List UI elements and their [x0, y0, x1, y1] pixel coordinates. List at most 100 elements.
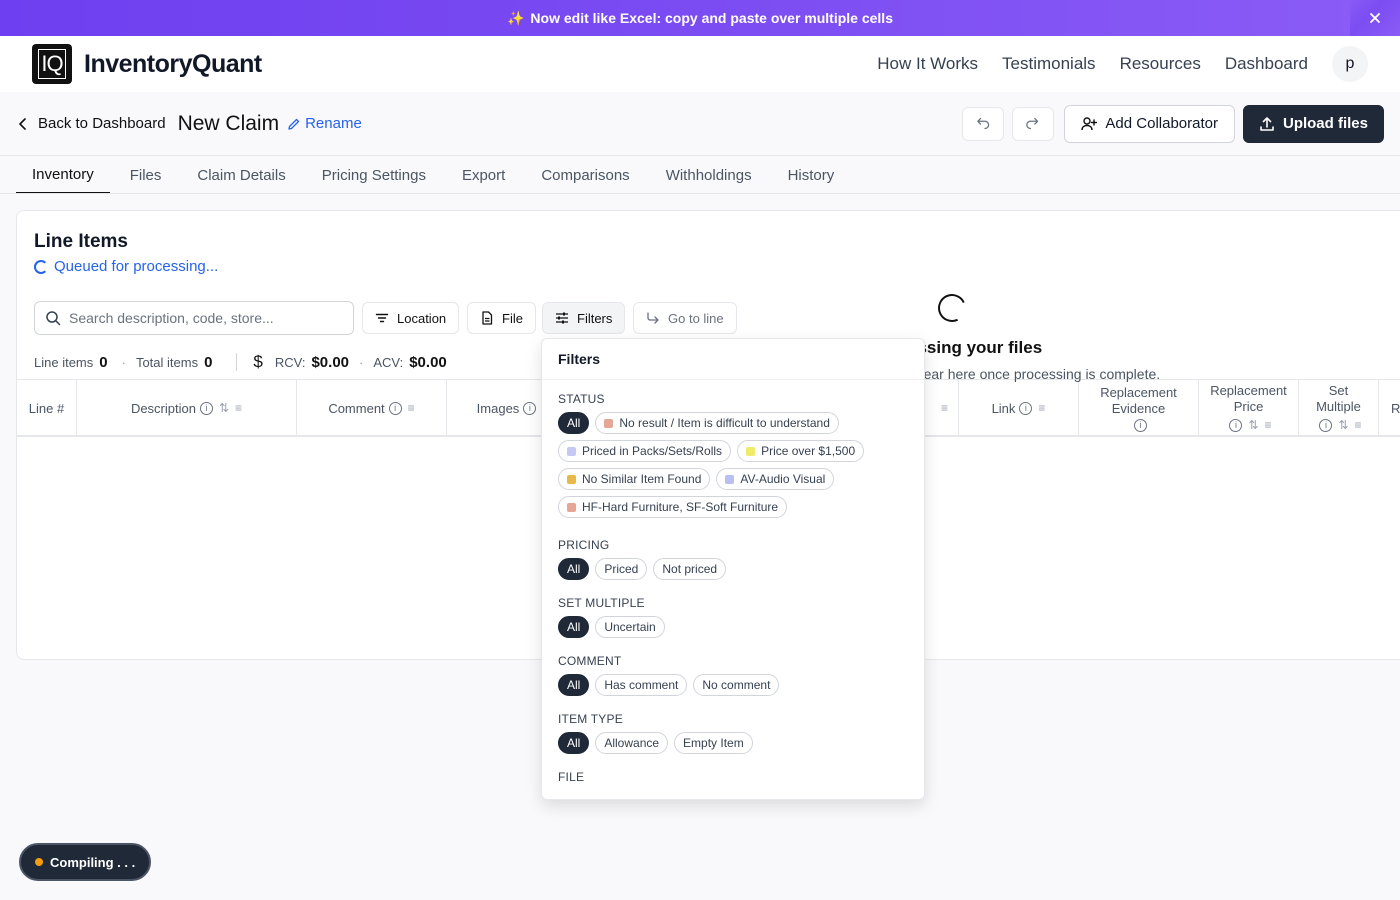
tab-history[interactable]: History [772, 156, 851, 194]
tab-withholdings[interactable]: Withholdings [650, 156, 768, 194]
pricing-chip-not-priced[interactable]: Not priced [653, 558, 727, 580]
status-chip-label: No Similar Item Found [582, 472, 702, 486]
column-comment[interactable]: Comment i ≡ [297, 380, 447, 436]
announcement-banner: ✨ Now edit like Excel: copy and paste ov… [0, 0, 1400, 36]
info-icon[interactable]: i [1019, 401, 1033, 415]
column-link-label: Link [991, 400, 1016, 416]
status-chip-priced-in-packs[interactable]: Priced in Packs/Sets/Rolls [558, 440, 732, 462]
sort-icon[interactable]: ⇅ [219, 401, 229, 415]
nav-link-how-it-works[interactable]: How It Works [877, 54, 978, 74]
set-multiple-group-label: SET MULTIPLE [558, 596, 645, 610]
avatar[interactable]: p [1332, 46, 1368, 82]
column-next-label: R [1391, 400, 1400, 416]
status-chip-no-similar-item[interactable]: No Similar Item Found [558, 468, 711, 490]
column-images-label: Images [476, 400, 520, 416]
tab-export[interactable]: Export [446, 156, 521, 194]
pricing-chips: All Priced Not priced [558, 558, 908, 586]
status-chips: All No result / Item is difficult to und… [558, 412, 908, 524]
column-next[interactable]: R [1379, 380, 1400, 436]
comment-chip-no-comment[interactable]: No comment [693, 674, 780, 696]
status-chip-label: No result / Item is difficult to underst… [619, 416, 830, 430]
column-set-multiple-label-1: Set [1328, 383, 1349, 398]
sort-icon[interactable]: ⇅ [1338, 417, 1348, 433]
banner-close-button[interactable] [1350, 0, 1400, 36]
info-icon[interactable]: i [1134, 418, 1147, 432]
totals-bar: Line items 0 · Total items 0 $ RCV: $0.0… [34, 352, 447, 371]
column-description[interactable]: Description i ⇅ ≡ [77, 380, 297, 436]
tab-files[interactable]: Files [114, 156, 178, 194]
status-chip-no-result[interactable]: No result / Item is difficult to underst… [595, 412, 839, 434]
item-type-chip-allowance[interactable]: Allowance [595, 732, 669, 754]
status-color-swatch [725, 474, 735, 484]
info-icon[interactable]: i [1229, 418, 1243, 432]
go-to-line-button[interactable]: Go to line [633, 302, 737, 334]
tab-claim-details[interactable]: Claim Details [181, 156, 301, 194]
acv-value: $0.00 [409, 353, 447, 371]
upload-files-button[interactable]: Upload files [1242, 104, 1384, 143]
column-comment-label: Comment [328, 400, 385, 416]
search-icon [46, 311, 61, 326]
pricing-chip-all[interactable]: All [558, 558, 590, 580]
nav-link-dashboard[interactable]: Dashboard [1225, 54, 1308, 74]
file-filter-button[interactable]: File [467, 302, 536, 334]
back-to-dashboard-link[interactable]: Back to Dashboard [16, 115, 166, 132]
undo-button[interactable] [962, 106, 1005, 141]
sort-icon[interactable]: ⇅ [1248, 417, 1258, 433]
tab-pricing-settings[interactable]: Pricing Settings [306, 156, 442, 194]
status-chip-all[interactable]: All [558, 412, 590, 434]
sliders-icon [556, 312, 568, 324]
brand-name[interactable]: InventoryQuant [84, 50, 262, 79]
item-type-chip-empty-item[interactable]: Empty Item [674, 732, 753, 754]
status-color-swatch [567, 502, 576, 512]
column-replacement-evidence[interactable]: Replacement Evidence i [1079, 380, 1199, 436]
filter-icon[interactable]: ≡ [941, 401, 948, 415]
add-collaborator-button[interactable]: Add Collaborator [1064, 104, 1235, 143]
filter-icon[interactable]: ≡ [1265, 417, 1272, 433]
pricing-chip-priced[interactable]: Priced [595, 558, 648, 580]
info-icon[interactable]: i [523, 401, 537, 415]
comment-chip-all[interactable]: All [558, 674, 590, 696]
item-type-chip-all[interactable]: All [558, 732, 590, 754]
rename-button[interactable]: Rename [287, 115, 362, 132]
info-icon[interactable]: i [1319, 418, 1333, 432]
info-icon[interactable]: i [199, 401, 213, 415]
column-replacement-price-label-2: Price [1233, 399, 1264, 414]
search-input[interactable] [69, 310, 319, 326]
nav-link-resources[interactable]: Resources [1120, 54, 1201, 74]
column-set-multiple[interactable]: Set Multiple i ⇅ ≡ [1299, 380, 1379, 436]
filters-button[interactable]: Filters [542, 302, 626, 334]
column-link[interactable]: Link i ≡ [959, 380, 1079, 436]
tab-comparisons[interactable]: Comparisons [525, 156, 645, 194]
status-color-swatch [567, 446, 576, 456]
column-line-number[interactable]: Line # [17, 380, 77, 436]
status-chip-furniture[interactable]: HF-Hard Furniture, SF-Soft Furniture [558, 496, 788, 518]
status-chip-price-over[interactable]: Price over $1,500 [737, 440, 865, 462]
filter-icon[interactable]: ≡ [1038, 401, 1045, 415]
add-collaborator-label: Add Collaborator [1105, 115, 1218, 132]
empty-state-title: essing your files [908, 338, 1043, 357]
empty-state-subtitle: ppear here once processing is complete. [908, 366, 1161, 382]
status-chip-audio-visual[interactable]: AV-Audio Visual [716, 468, 835, 490]
location-filter-button[interactable]: Location [362, 302, 460, 334]
compiling-status-toast[interactable]: Compiling . . . [19, 843, 152, 881]
line-items-count-label: Line items [34, 354, 94, 370]
logo[interactable]: IQ [32, 44, 72, 84]
comment-chip-has-comment[interactable]: Has comment [595, 674, 688, 696]
filter-icon[interactable]: ≡ [408, 401, 415, 415]
nav-link-testimonials[interactable]: Testimonials [1002, 54, 1096, 74]
status-chip-label: AV-Audio Visual [740, 472, 826, 486]
nav-links: How It Works Testimonials Resources Dash… [853, 46, 1368, 82]
info-icon[interactable]: i [388, 401, 402, 415]
set-multiple-chip-uncertain[interactable]: Uncertain [595, 616, 665, 638]
filter-icon[interactable]: ≡ [235, 401, 242, 415]
set-multiple-chip-all[interactable]: All [558, 616, 590, 638]
upload-files-label: Upload files [1282, 115, 1368, 132]
file-group-label: FILE [558, 770, 585, 784]
redo-button[interactable] [1012, 106, 1055, 141]
filter-icon[interactable]: ≡ [1355, 417, 1362, 433]
user-plus-icon [1081, 116, 1098, 130]
tab-inventory[interactable]: Inventory [16, 156, 110, 194]
search-box[interactable] [34, 301, 354, 335]
column-replacement-price[interactable]: Replacement Price i ⇅ ≡ [1199, 380, 1299, 436]
item-type-chips: All Allowance Empty Item [558, 732, 908, 760]
